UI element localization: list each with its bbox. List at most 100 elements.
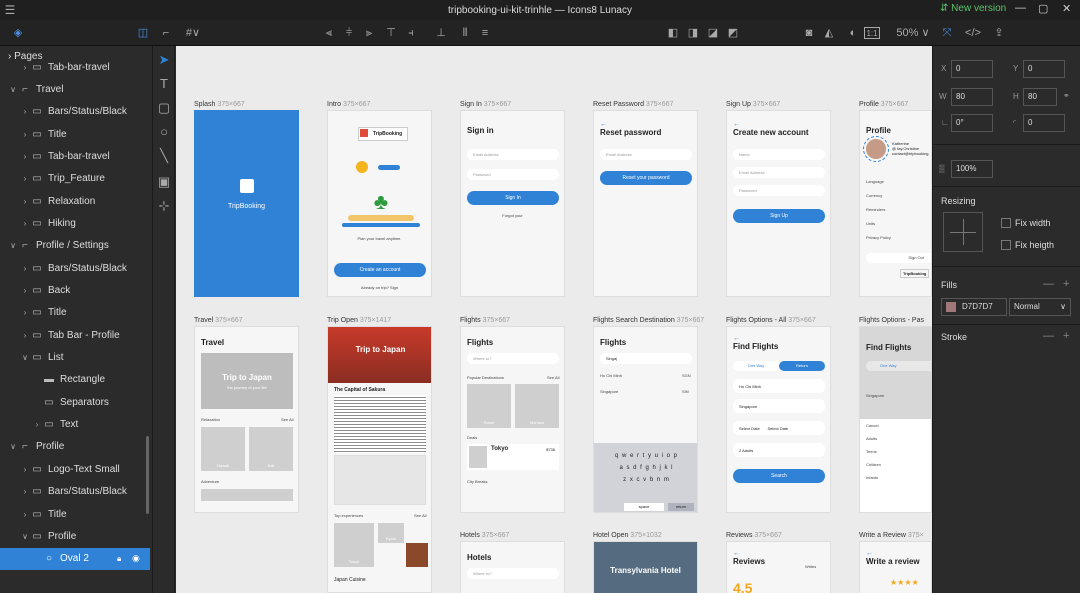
artboard-flights[interactable]: Flights Where to? Popular Destinations S… <box>460 326 565 513</box>
from-field[interactable]: Ho Chi Minh <box>733 379 825 393</box>
layer-row[interactable]: › ▭ Tab Bar - Profile <box>0 324 150 346</box>
artboard-label[interactable]: Hotel Open 375×1032 <box>593 532 662 539</box>
artboard-label[interactable]: Profile 375×667 <box>859 101 908 108</box>
sign-in-link[interactable]: Already on trip? Sign <box>328 285 431 290</box>
add-fill-icon[interactable]: + <box>1063 278 1069 290</box>
experience-card[interactable]: Kyoto <box>378 523 404 543</box>
artboard-intro[interactable]: TripBooking ♣ Plan your travel anytime. … <box>327 110 432 297</box>
resizing-constraints-widget[interactable] <box>943 212 983 252</box>
frame-icon[interactable]: ⌐ <box>158 24 174 42</box>
canvas[interactable]: Splash 375×667 Intro 375×667 Sign In 375… <box>176 46 932 593</box>
layer-row[interactable]: › ▭ Tab-bar-travel <box>0 145 150 167</box>
bali-card[interactable]: Bali <box>249 427 293 471</box>
chevron-down-icon[interactable]: ∨ <box>20 353 30 362</box>
adults-row[interactable]: Adults <box>860 432 931 445</box>
password-field[interactable]: Password <box>467 169 559 180</box>
artboard-profile[interactable]: Profile Katherine @ fay.Christine contact@… <box>859 110 932 297</box>
chevron-right-icon[interactable]: › <box>20 152 30 161</box>
artboard-label[interactable]: Reviews 375×667 <box>726 532 782 539</box>
sign-in-button[interactable]: Sign In <box>467 191 559 205</box>
artboard-reviews[interactable]: ← Reviews Writes 4.5 <box>726 541 831 593</box>
union-icon[interactable]: ◧ <box>666 24 680 42</box>
artboard-label[interactable]: Intro 375×667 <box>327 101 370 108</box>
artboard-label[interactable]: Splash 375×667 <box>194 101 245 108</box>
artboard-tool-icon[interactable]: ⊹ <box>156 198 172 214</box>
chevron-right-icon[interactable]: › <box>20 331 30 340</box>
rotation-input[interactable]: 0° <box>951 114 993 132</box>
chevron-right-icon[interactable]: › <box>20 510 30 519</box>
list-item[interactable]: Privacy Policy <box>866 231 891 245</box>
teens-row[interactable]: Teens <box>860 445 931 458</box>
layer-row[interactable]: › ▭ Text <box>0 414 150 436</box>
rectangle-tool-icon[interactable]: ▢ <box>156 100 172 116</box>
pointer-tool-icon[interactable]: ➤ <box>156 52 172 68</box>
height-input[interactable]: 80 <box>1023 88 1057 106</box>
align-middle-icon[interactable]: ⫞ <box>404 24 418 42</box>
back-arrow-icon[interactable]: ← <box>727 327 830 342</box>
distribute-v-icon[interactable]: ≡ <box>478 24 492 42</box>
layers-scrollbar[interactable] <box>146 436 149 514</box>
y-input[interactable]: 0 <box>1023 60 1065 78</box>
chevron-right-icon[interactable]: › <box>20 465 30 474</box>
see-all-link[interactable]: See All <box>414 513 426 518</box>
search-button[interactable]: Search <box>733 469 825 483</box>
artboard-label[interactable]: Hotels 375×667 <box>460 532 509 539</box>
writes-link[interactable]: Writes <box>805 564 816 569</box>
add-stroke-icon[interactable]: + <box>1063 330 1069 342</box>
layer-row[interactable]: ○ Oval 2 🔒︎ ◉ <box>0 547 150 570</box>
trip-type-toggle[interactable]: One Way Return <box>733 361 825 371</box>
layer-row[interactable]: ▬ Rectangle <box>0 369 150 391</box>
fill-color-field[interactable]: D7D7D7 <box>941 298 1007 316</box>
list-item[interactable]: Currency <box>866 189 891 203</box>
return-option[interactable]: Return <box>779 361 825 371</box>
list-item[interactable]: Language <box>866 175 891 189</box>
layer-row[interactable]: ∨ ▭ List <box>0 347 150 369</box>
blend-mode-select[interactable]: Normal ∨ <box>1009 298 1071 316</box>
layer-row[interactable]: › ▭ Hiking <box>0 212 150 234</box>
depart-date[interactable]: Select Date <box>739 426 760 431</box>
chevron-right-icon[interactable]: › <box>20 286 30 295</box>
back-arrow-icon[interactable]: ← <box>727 542 830 557</box>
list-item[interactable]: Reminders <box>866 203 891 217</box>
chevron-down-icon[interactable]: ∨ <box>8 241 18 250</box>
minimize-button[interactable]: — <box>1015 2 1026 14</box>
layer-row[interactable]: › ▭ Tab-bar-travel <box>0 56 150 78</box>
layer-row[interactable]: ∨ ⌐ Profile / Settings <box>0 235 150 257</box>
back-arrow-icon[interactable]: ← <box>860 542 931 557</box>
see-all-link[interactable]: See All <box>281 417 293 422</box>
mask-icon[interactable]: ◙ <box>802 24 816 42</box>
panel-toggle-icon[interactable]: ◫ <box>135 24 151 42</box>
link-icon[interactable]: ⚭ <box>1063 91 1070 100</box>
artboard-tripopen[interactable]: Trip to Japan The Capital of Sakura Top … <box>327 326 432 593</box>
align-left-icon[interactable]: ⫷ <box>322 24 336 42</box>
align-bottom-icon[interactable]: ⊥ <box>434 24 448 42</box>
artboard-hotel-open[interactable]: Transylvania Hotel <box>593 541 698 593</box>
infants-row[interactable]: Infants <box>860 471 931 484</box>
new-version-link[interactable]: ⇵ New version <box>940 3 1006 14</box>
space-key[interactable]: space <box>624 503 664 511</box>
keyboard-row[interactable]: a s d f g h j k l <box>594 459 697 471</box>
artboard-signup[interactable]: ← Create new account Name Email Address … <box>726 110 831 297</box>
list-item[interactable]: Units <box>866 217 891 231</box>
layer-row[interactable]: › ▭ Title <box>0 123 150 145</box>
password-field[interactable]: Password <box>733 185 825 196</box>
maximize-button[interactable]: ▢ <box>1038 2 1048 15</box>
artboard-label[interactable]: Flights Search Destination 375×667 <box>593 317 704 324</box>
layer-row[interactable]: › ▭ Bars/Status/Black <box>0 481 150 503</box>
text-tool-icon[interactable]: T <box>156 76 172 92</box>
difference-icon[interactable]: ◩ <box>726 24 740 42</box>
fill-hex[interactable]: D7D7D7 <box>962 302 993 311</box>
layer-row[interactable]: › ▭ Trip_Feature <box>0 168 150 190</box>
chevron-right-icon[interactable]: › <box>20 174 30 183</box>
forgot-link[interactable]: Forgot your <box>461 213 564 218</box>
dates-field[interactable]: Select Date Select Date <box>733 421 825 435</box>
opacity-input[interactable]: 100% <box>951 160 993 178</box>
layer-row[interactable]: › ▭ Relaxation <box>0 190 150 212</box>
layer-row[interactable]: ∨ ▭ Profile <box>0 525 150 547</box>
chevron-down-icon[interactable]: ∨ <box>8 85 18 94</box>
export-tab-icon[interactable]: ⇪ <box>992 24 1006 42</box>
artboard-options[interactable]: ← Find Flights One Way Return Ho Chi Min… <box>726 326 831 513</box>
code-tab-icon[interactable]: </> <box>964 24 982 42</box>
hawaii-card[interactable]: Hawaii <box>201 427 245 471</box>
layer-row[interactable]: › ▭ Bars/Status/Black <box>0 101 150 123</box>
